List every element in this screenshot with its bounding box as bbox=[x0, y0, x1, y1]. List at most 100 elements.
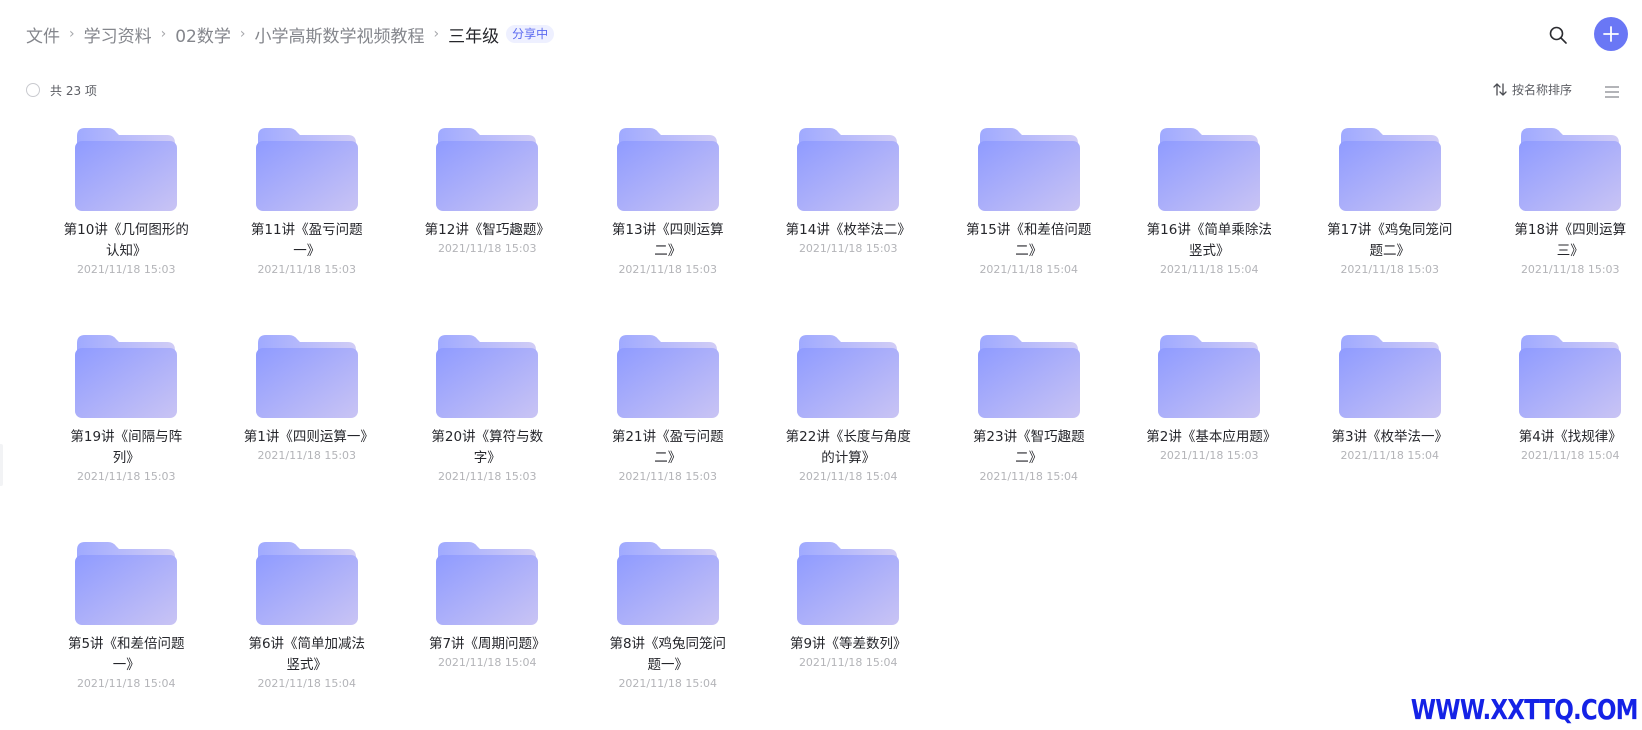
search-icon bbox=[1549, 26, 1567, 44]
folder-icon bbox=[797, 335, 900, 418]
folder-name: 第7讲《周期问题》 bbox=[428, 636, 546, 652]
folder-name: 第2讲《基本应用题》 bbox=[1146, 429, 1277, 445]
folder-name: 第1讲《四则运算一》 bbox=[243, 429, 374, 445]
folder-item[interactable]: 第18讲《四则运算三》 2021/11/18 15:03 bbox=[1480, 126, 1642, 333]
folder-date: 2021/11/18 15:04 bbox=[76, 677, 176, 690]
folder-name: 第19讲《间隔与阵列》 bbox=[70, 429, 183, 466]
folder-item[interactable]: 第8讲《鸡兔同笼问题一》 2021/11/18 15:04 bbox=[578, 540, 759, 730]
folder-date: 2021/11/18 15:04 bbox=[618, 677, 718, 690]
folder-item[interactable]: 第2讲《基本应用题》 2021/11/18 15:03 bbox=[1119, 333, 1300, 540]
folder-date: 2021/11/18 15:03 bbox=[1520, 263, 1620, 276]
folder-item[interactable]: 第21讲《盈亏问题二》 2021/11/18 15:03 bbox=[578, 333, 759, 540]
folder-date: 2021/11/18 15:03 bbox=[76, 263, 176, 276]
folder-name: 第20讲《算符与数字》 bbox=[431, 429, 544, 466]
folder-date: 2021/11/18 15:04 bbox=[257, 677, 357, 690]
folder-icon bbox=[75, 542, 178, 625]
folder-name: 第15讲《和差倍问题二》 bbox=[966, 222, 1092, 259]
folder-icon bbox=[1338, 335, 1441, 418]
folder-icon bbox=[75, 128, 178, 211]
folder-date: 2021/11/18 15:03 bbox=[618, 263, 718, 276]
folder-item[interactable]: 第3讲《枚举法一》 2021/11/18 15:04 bbox=[1300, 333, 1481, 540]
folder-icon bbox=[977, 128, 1080, 211]
folder-icon bbox=[75, 335, 178, 418]
folder-name: 第23讲《智巧趣题二》 bbox=[972, 429, 1085, 466]
plus-icon bbox=[1603, 26, 1619, 42]
breadcrumb-separator: › bbox=[69, 26, 75, 42]
folder-date: 2021/11/18 15:03 bbox=[257, 449, 357, 462]
breadcrumb: 文件 › 学习资料 › 02数学 › 小学高斯数学视频教程 › 三年级 分享中 bbox=[26, 20, 555, 48]
folder-name: 第9讲《等差数列》 bbox=[789, 636, 907, 652]
folder-item[interactable]: 第5讲《和差倍问题一》 2021/11/18 15:04 bbox=[36, 540, 217, 730]
breadcrumb-separator: › bbox=[160, 26, 167, 42]
folder-date: 2021/11/18 15:03 bbox=[1159, 449, 1259, 462]
folder-name: 第8讲《鸡兔同笼问题一》 bbox=[609, 636, 727, 673]
folder-item[interactable]: 第16讲《简单乘除法竖式》 2021/11/18 15:04 bbox=[1119, 126, 1300, 333]
folder-item[interactable]: 第7讲《周期问题》 2021/11/18 15:04 bbox=[397, 540, 578, 730]
folder-icon bbox=[1519, 335, 1622, 418]
list-view-toggle[interactable] bbox=[1604, 84, 1620, 98]
folder-item[interactable]: 第13讲《四则运算二》 2021/11/18 15:03 bbox=[578, 126, 759, 333]
folder-icon bbox=[436, 128, 539, 211]
folder-item[interactable]: 第10讲《几何图形的认知》 2021/11/18 15:03 bbox=[36, 126, 217, 333]
folder-icon bbox=[1158, 335, 1261, 418]
sort-label: 按名称排序 bbox=[1512, 83, 1573, 97]
folder-date: 2021/11/18 15:03 bbox=[257, 263, 357, 276]
watermark: WWW.XXTTQ.COM bbox=[1411, 693, 1639, 726]
folder-item[interactable]: 第22讲《长度与角度的计算》 2021/11/18 15:04 bbox=[758, 333, 939, 540]
add-button[interactable] bbox=[1594, 17, 1628, 51]
folder-date: 2021/11/18 15:03 bbox=[1340, 263, 1440, 276]
folder-name: 第18讲《四则运算三》 bbox=[1514, 222, 1627, 259]
folder-item[interactable]: 第17讲《鸡兔同笼问题二》 2021/11/18 15:03 bbox=[1300, 126, 1481, 333]
breadcrumb-item-files[interactable]: 文件 bbox=[26, 22, 60, 47]
select-all-checkbox[interactable] bbox=[26, 83, 40, 97]
item-count: 共 23 项 bbox=[50, 84, 97, 98]
folder-name: 第22讲《长度与角度的计算》 bbox=[785, 429, 911, 466]
folder-name: 第5讲《和差倍问题一》 bbox=[67, 636, 185, 673]
folder-name: 第12讲《智巧趣题》 bbox=[424, 222, 550, 238]
folder-icon bbox=[616, 335, 719, 418]
folder-date: 2021/11/18 15:04 bbox=[1520, 449, 1620, 462]
breadcrumb-separator: › bbox=[433, 26, 440, 42]
breadcrumb-current: 三年级 bbox=[448, 26, 500, 47]
folder-date: 2021/11/18 15:04 bbox=[979, 263, 1079, 276]
folder-date: 2021/11/18 15:03 bbox=[437, 470, 537, 483]
folder-date: 2021/11/18 15:03 bbox=[618, 470, 718, 483]
folder-icon bbox=[436, 542, 539, 625]
folder-icon bbox=[616, 128, 719, 211]
folder-icon bbox=[1519, 128, 1622, 211]
folder-icon bbox=[1158, 128, 1261, 211]
folder-date: 2021/11/18 15:04 bbox=[1340, 449, 1440, 462]
folder-item[interactable]: 第9讲《等差数列》 2021/11/18 15:04 bbox=[758, 540, 939, 730]
sort-icon bbox=[1493, 83, 1507, 96]
folder-item[interactable]: 第14讲《枚举法二》 2021/11/18 15:03 bbox=[758, 126, 939, 333]
sharing-badge: 分享中 bbox=[506, 25, 555, 43]
search-button[interactable] bbox=[1543, 20, 1573, 50]
folder-item[interactable]: 第15讲《和差倍问题二》 2021/11/18 15:04 bbox=[939, 126, 1120, 333]
folder-icon bbox=[977, 335, 1080, 418]
folder-icon bbox=[255, 542, 358, 625]
folder-name: 第17讲《鸡兔同笼问题二》 bbox=[1327, 222, 1453, 259]
folder-icon bbox=[1338, 128, 1441, 211]
folder-item[interactable]: 第23讲《智巧趣题二》 2021/11/18 15:04 bbox=[939, 333, 1120, 540]
breadcrumb-item-gauss-math[interactable]: 小学高斯数学视频教程 bbox=[254, 22, 424, 47]
folder-item[interactable]: 第6讲《简单加减法竖式》 2021/11/18 15:04 bbox=[217, 540, 398, 730]
folder-item[interactable]: 第4讲《找规律》 2021/11/18 15:04 bbox=[1480, 333, 1642, 540]
folder-item[interactable]: 第20讲《算符与数字》 2021/11/18 15:03 bbox=[397, 333, 578, 540]
folder-item[interactable]: 第12讲《智巧趣题》 2021/11/18 15:03 bbox=[397, 126, 578, 333]
breadcrumb-item-math[interactable]: 02数学 bbox=[175, 22, 231, 47]
sort-button[interactable]: 按名称排序 bbox=[1493, 81, 1572, 98]
breadcrumb-separator: › bbox=[239, 26, 246, 42]
folder-name: 第11讲《盈亏问题一》 bbox=[250, 222, 363, 259]
folder-name: 第10讲《几何图形的认知》 bbox=[63, 222, 189, 259]
side-panel-handle[interactable] bbox=[0, 444, 3, 486]
file-browser-page: 文件 › 学习资料 › 02数学 › 小学高斯数学视频教程 › 三年级 分享中 … bbox=[0, 0, 1642, 730]
breadcrumb-item-study-materials[interactable]: 学习资料 bbox=[84, 22, 152, 47]
folder-item[interactable]: 第19讲《间隔与阵列》 2021/11/18 15:03 bbox=[36, 333, 217, 540]
folder-item[interactable]: 第1讲《四则运算一》 2021/11/18 15:03 bbox=[217, 333, 398, 540]
folder-date: 2021/11/18 15:04 bbox=[1159, 263, 1259, 276]
folder-name: 第6讲《简单加减法竖式》 bbox=[248, 636, 366, 673]
folder-item[interactable]: 第11讲《盈亏问题一》 2021/11/18 15:03 bbox=[217, 126, 398, 333]
folder-icon bbox=[255, 128, 358, 211]
folder-icon bbox=[797, 542, 900, 625]
folder-name: 第4讲《找规律》 bbox=[1518, 429, 1622, 445]
